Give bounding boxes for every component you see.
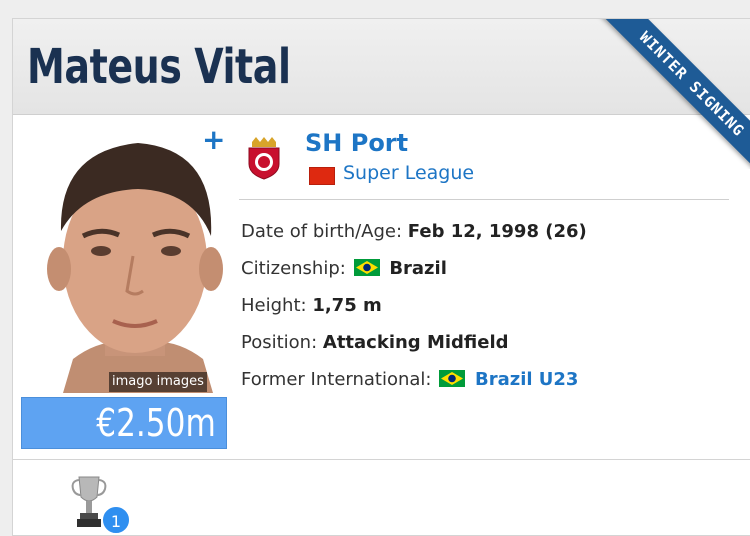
club-name-link[interactable]: SH Port bbox=[305, 129, 408, 157]
add-to-watchlist-button[interactable]: + bbox=[202, 126, 225, 154]
height-row: Height: 1,75 m bbox=[241, 295, 382, 316]
sh-port-crest-icon[interactable] bbox=[246, 136, 282, 180]
brazil-flag-icon bbox=[439, 370, 466, 387]
former-international-label: Former International: bbox=[241, 369, 432, 390]
trophy-count-badge: 1 bbox=[101, 505, 131, 535]
china-flag-icon bbox=[309, 167, 335, 185]
photo-credit: imago images bbox=[109, 372, 207, 392]
date-of-birth-row: Date of birth/Age: Feb 12, 1998 (26) bbox=[241, 221, 587, 242]
market-value-badge[interactable]: €2.50m bbox=[21, 397, 227, 449]
height-value: 1,75 m bbox=[312, 295, 382, 316]
dob-value: Feb 12, 1998 (26) bbox=[407, 221, 587, 242]
height-label: Height: bbox=[241, 295, 307, 316]
ribbon-label: WINTER SIGNING bbox=[589, 19, 750, 169]
club-info-divider bbox=[239, 199, 729, 200]
position-value: Attacking Midfield bbox=[322, 332, 509, 353]
dob-label: Date of birth/Age: bbox=[241, 221, 403, 242]
player-portrait-image bbox=[43, 131, 225, 393]
citizenship-row: Citizenship: Brazil bbox=[241, 258, 447, 279]
player-profile-card: Mateus Vital WINTER SIGNING imago images… bbox=[12, 18, 750, 536]
player-name: Mateus Vital bbox=[27, 39, 291, 95]
league-name-link[interactable]: Super League bbox=[343, 162, 474, 184]
former-international-link[interactable]: Brazil U23 bbox=[475, 369, 579, 390]
former-international-row: Former International: Brazil U23 bbox=[241, 369, 578, 390]
market-value-text: €2.50m bbox=[96, 401, 216, 445]
brazil-flag-icon bbox=[353, 259, 380, 276]
citizenship-value: Brazil bbox=[389, 258, 447, 279]
player-photo bbox=[43, 131, 225, 393]
section-divider bbox=[13, 459, 750, 460]
winter-signing-ribbon: WINTER SIGNING bbox=[580, 19, 750, 169]
position-label: Position: bbox=[241, 332, 318, 353]
position-row: Position: Attacking Midfield bbox=[241, 332, 509, 353]
citizenship-label: Citizenship: bbox=[241, 258, 346, 279]
